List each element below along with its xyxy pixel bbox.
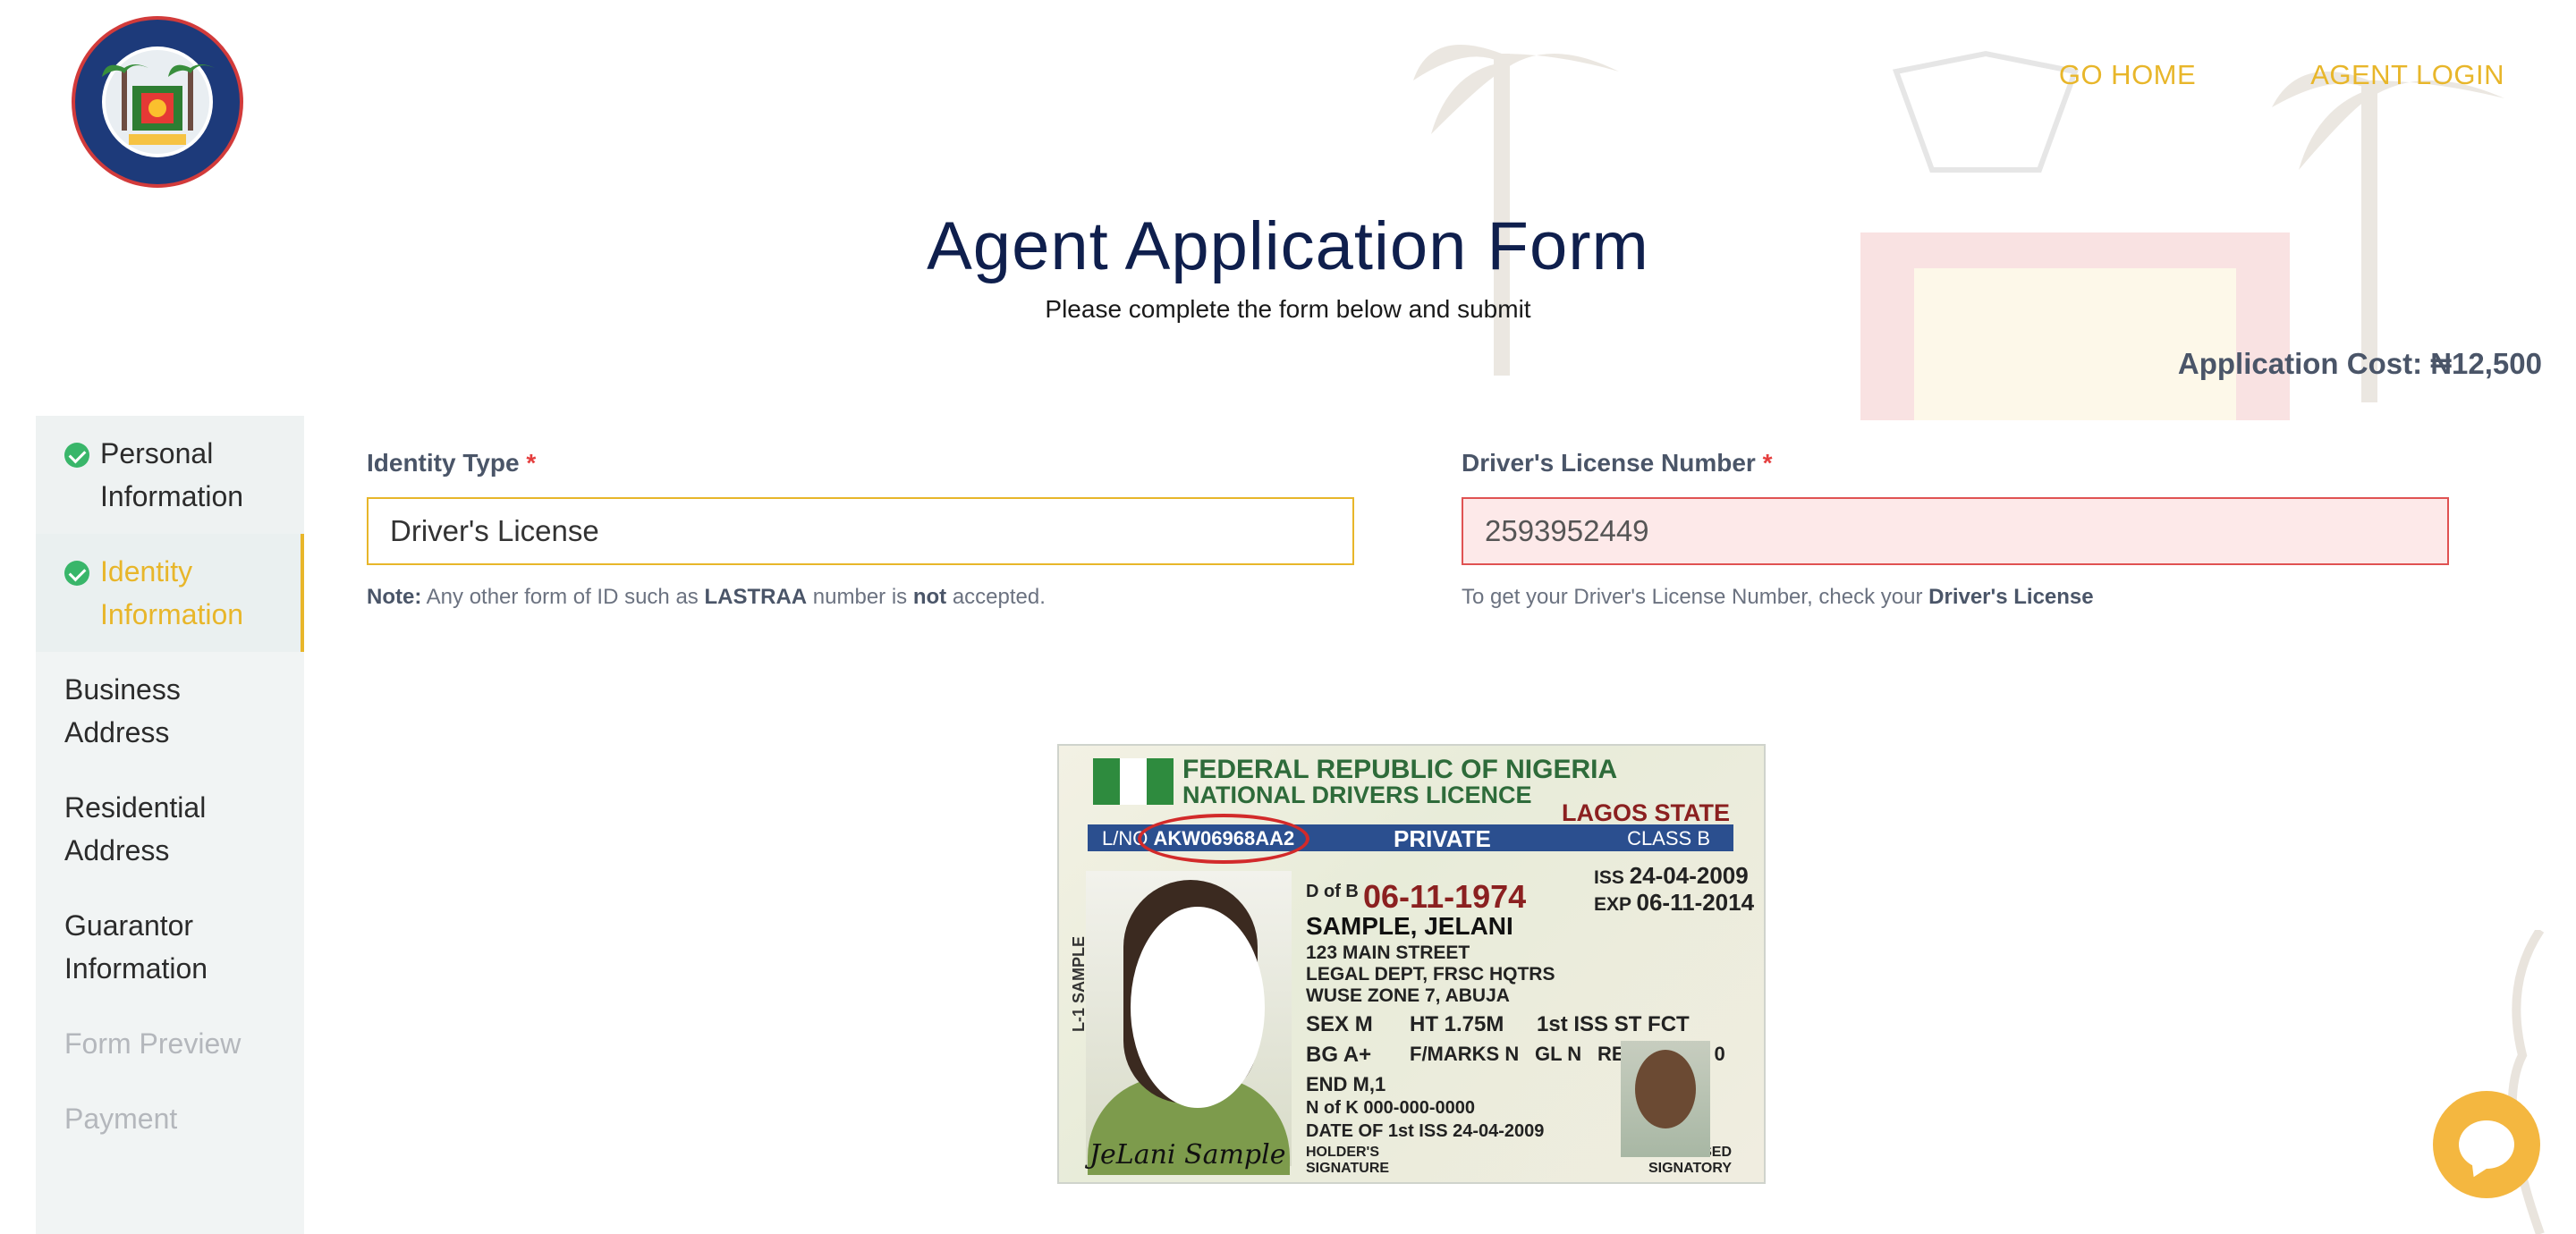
identity-type-field: Identity Type * Driver's License Note: A…: [367, 449, 1354, 610]
dob-value: 06-11-1974: [1363, 878, 1527, 915]
chat-bubble-icon: [2459, 1120, 2514, 1169]
license-number-field: Driver's License Number * 2593952449 To …: [1462, 449, 2449, 610]
first-iss-state: 1st ISS ST FCT: [1537, 1012, 1690, 1036]
identity-type-select[interactable]: Driver's License: [367, 497, 1354, 565]
licence-state: LAGOS STATE: [1562, 799, 1730, 826]
identity-type-value: Driver's License: [390, 514, 599, 547]
blood-group: BG A+: [1306, 1043, 1372, 1067]
licence-number-highlight: [1138, 814, 1309, 864]
page-subtitle: Please complete the form below and submi…: [1045, 295, 1531, 323]
licence-heading-1: FEDERAL REPUBLIC OF NIGERIA: [1182, 755, 1618, 784]
required-mark: *: [526, 449, 537, 477]
iss-value: 24-04-2009: [1629, 862, 1749, 889]
application-cost: Application Cost: ₦12,500: [2177, 347, 2542, 380]
exp-label: EXP: [1594, 894, 1631, 915]
holder-face-mask: [1131, 907, 1265, 1108]
check-circle-icon: [64, 443, 89, 468]
endorsement: END M,1: [1306, 1073, 1386, 1095]
step-personal-information[interactable]: Personal Information: [36, 416, 304, 534]
small-photo-face: [1635, 1050, 1696, 1128]
required-mark: *: [1762, 449, 1773, 477]
holder-name: SAMPLE, JELANI: [1306, 912, 1513, 940]
licence-side-text: L-1 SAMPLE: [1070, 935, 1088, 1032]
nigeria-flag-icon: [1093, 758, 1174, 805]
drivers-license-sample-image: FEDERAL REPUBLIC OF NIGERIA NATIONAL DRI…: [1057, 744, 1766, 1184]
go-home-link[interactable]: GO HOME: [2059, 59, 2196, 91]
licence-type: PRIVATE: [1394, 825, 1491, 852]
address-line-3: WUSE ZONE 7, ABUJA: [1306, 985, 1510, 1006]
holder-signature: JeLani Sample: [1089, 1139, 1286, 1171]
step-business-address[interactable]: Business Address: [36, 652, 304, 770]
step-label: Personal Information: [100, 437, 244, 512]
sex: SEX M: [1306, 1012, 1373, 1036]
step-guarantor-information[interactable]: Guarantor Information: [36, 888, 304, 1006]
step-label: Form Preview: [64, 1027, 242, 1060]
licence-class: CLASS B: [1627, 827, 1710, 849]
step-label: Identity Information: [100, 555, 244, 630]
step-form-preview: Form Preview: [36, 1006, 304, 1081]
height: HT 1.75M: [1410, 1012, 1504, 1036]
lslga-logo[interactable]: [70, 14, 245, 190]
license-number-value: 2593952449: [1485, 514, 1649, 547]
licence-heading-2: NATIONAL DRIVERS LICENCE: [1182, 782, 1532, 808]
step-residential-address[interactable]: Residential Address: [36, 770, 304, 888]
identity-type-label: Identity Type *: [367, 449, 537, 477]
dob-label: D of B: [1306, 882, 1359, 901]
glasses: GL N: [1535, 1043, 1582, 1065]
license-number-label: Driver's License Number *: [1462, 449, 1773, 477]
step-identity-information[interactable]: Identity Information: [36, 534, 304, 652]
license-number-input[interactable]: 2593952449: [1462, 497, 2449, 565]
step-label: Guarantor Information: [64, 909, 208, 985]
license-number-help: To get your Driver's License Number, che…: [1462, 585, 2094, 609]
exp-value: 06-11-2014: [1636, 889, 1755, 916]
check-circle-icon: [64, 561, 89, 586]
step-label: Business Address: [64, 673, 181, 748]
step-label: Payment: [64, 1103, 178, 1135]
top-nav: GO HOME AGENT LOGIN: [2059, 59, 2504, 91]
holder-signature-label: HOLDER'S SIGNATURE: [1306, 1145, 1390, 1176]
agent-login-link[interactable]: AGENT LOGIN: [2310, 59, 2504, 91]
form-steps-sidebar: Personal Information Identity Informatio…: [36, 416, 304, 1234]
page-title: Agent Application Form: [927, 208, 1649, 284]
address-line-1: 123 MAIN STREET: [1306, 942, 1470, 963]
next-of-kin: N of K 000-000-0000: [1306, 1098, 1475, 1118]
first-iss-date: DATE OF 1st ISS 24-04-2009: [1306, 1121, 1545, 1141]
step-label: Residential Address: [64, 791, 207, 866]
step-payment: Payment: [36, 1081, 304, 1156]
address-line-2: LEGAL DEPT, FRSC HQTRS: [1306, 964, 1555, 985]
chat-button[interactable]: [2433, 1091, 2540, 1198]
iss-label: ISS: [1594, 867, 1624, 888]
facial-marks: F/MARKS N: [1410, 1043, 1520, 1065]
identity-type-note: Note: Any other form of ID such as LASTR…: [367, 585, 1046, 609]
